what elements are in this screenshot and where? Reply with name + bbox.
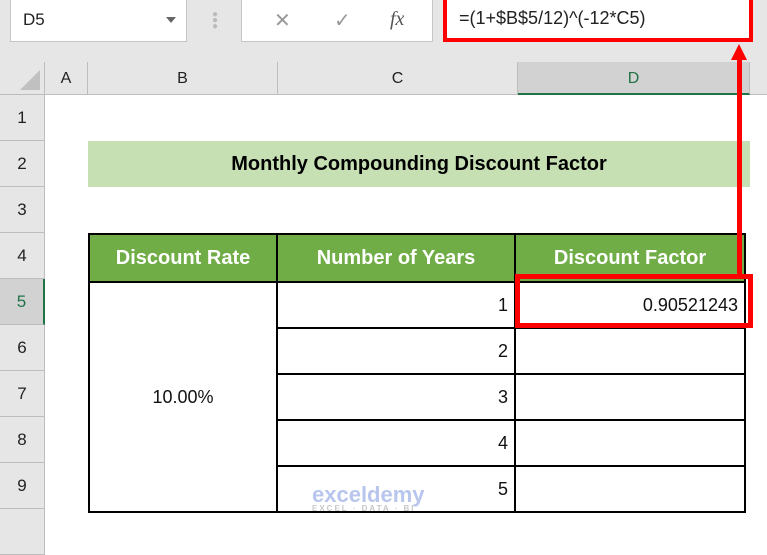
factor-cell[interactable] [514, 465, 746, 513]
column-header-d[interactable]: D [518, 62, 750, 95]
watermark-logo: exceldemy EXCEL · DATA · BI [312, 482, 425, 513]
drag-handle-icon[interactable]: ● ● ● [212, 10, 218, 32]
formula-buttons: ✕ ✓ fx [241, 0, 433, 42]
row-header-10[interactable] [0, 509, 45, 555]
row-header-1[interactable]: 1 [0, 95, 45, 141]
years-cell[interactable]: 2 [276, 327, 516, 375]
row-header-2[interactable]: 2 [0, 141, 45, 187]
row-header-8[interactable]: 8 [0, 417, 45, 463]
column-header-e[interactable] [750, 62, 767, 95]
name-box[interactable]: D5 [10, 0, 187, 42]
discount-rate-cell[interactable]: 10.00% [88, 281, 278, 513]
column-header-a[interactable]: A [45, 62, 88, 95]
row-header-3[interactable]: 3 [0, 187, 45, 233]
row-header-6[interactable]: 6 [0, 325, 45, 371]
arrow-line [737, 56, 742, 274]
row-header-9[interactable]: 9 [0, 463, 45, 509]
years-cell[interactable]: 3 [276, 373, 516, 421]
factor-cell[interactable] [514, 327, 746, 375]
sheet-title[interactable]: Monthly Compounding Discount Factor [88, 141, 750, 187]
header-number-of-years[interactable]: Number of Years [276, 233, 516, 283]
formula-input[interactable]: =(1+$B$5/12)^(-12*C5) [443, 0, 753, 42]
select-all-button[interactable] [0, 62, 45, 95]
row-header-7[interactable]: 7 [0, 371, 45, 417]
arrow-up-icon [731, 44, 747, 60]
years-cell[interactable]: 1 [276, 281, 516, 329]
column-header-c[interactable]: C [278, 62, 518, 95]
row-header-4[interactable]: 4 [0, 233, 45, 279]
formula-text: =(1+$B$5/12)^(-12*C5) [459, 8, 646, 28]
name-box-value: D5 [23, 10, 45, 29]
chevron-down-icon[interactable] [166, 17, 176, 23]
highlight-box [515, 274, 753, 328]
years-cell[interactable]: 4 [276, 419, 516, 467]
column-header-b[interactable]: B [88, 62, 278, 95]
factor-cell[interactable] [514, 373, 746, 421]
enter-icon[interactable]: ✓ [334, 8, 351, 33]
header-discount-rate[interactable]: Discount Rate [88, 233, 278, 283]
fx-icon[interactable]: fx [390, 8, 404, 31]
factor-cell[interactable] [514, 419, 746, 467]
cancel-icon[interactable]: ✕ [274, 8, 291, 33]
row-header-5[interactable]: 5 [0, 279, 45, 325]
watermark-tagline: EXCEL · DATA · BI [312, 504, 416, 513]
